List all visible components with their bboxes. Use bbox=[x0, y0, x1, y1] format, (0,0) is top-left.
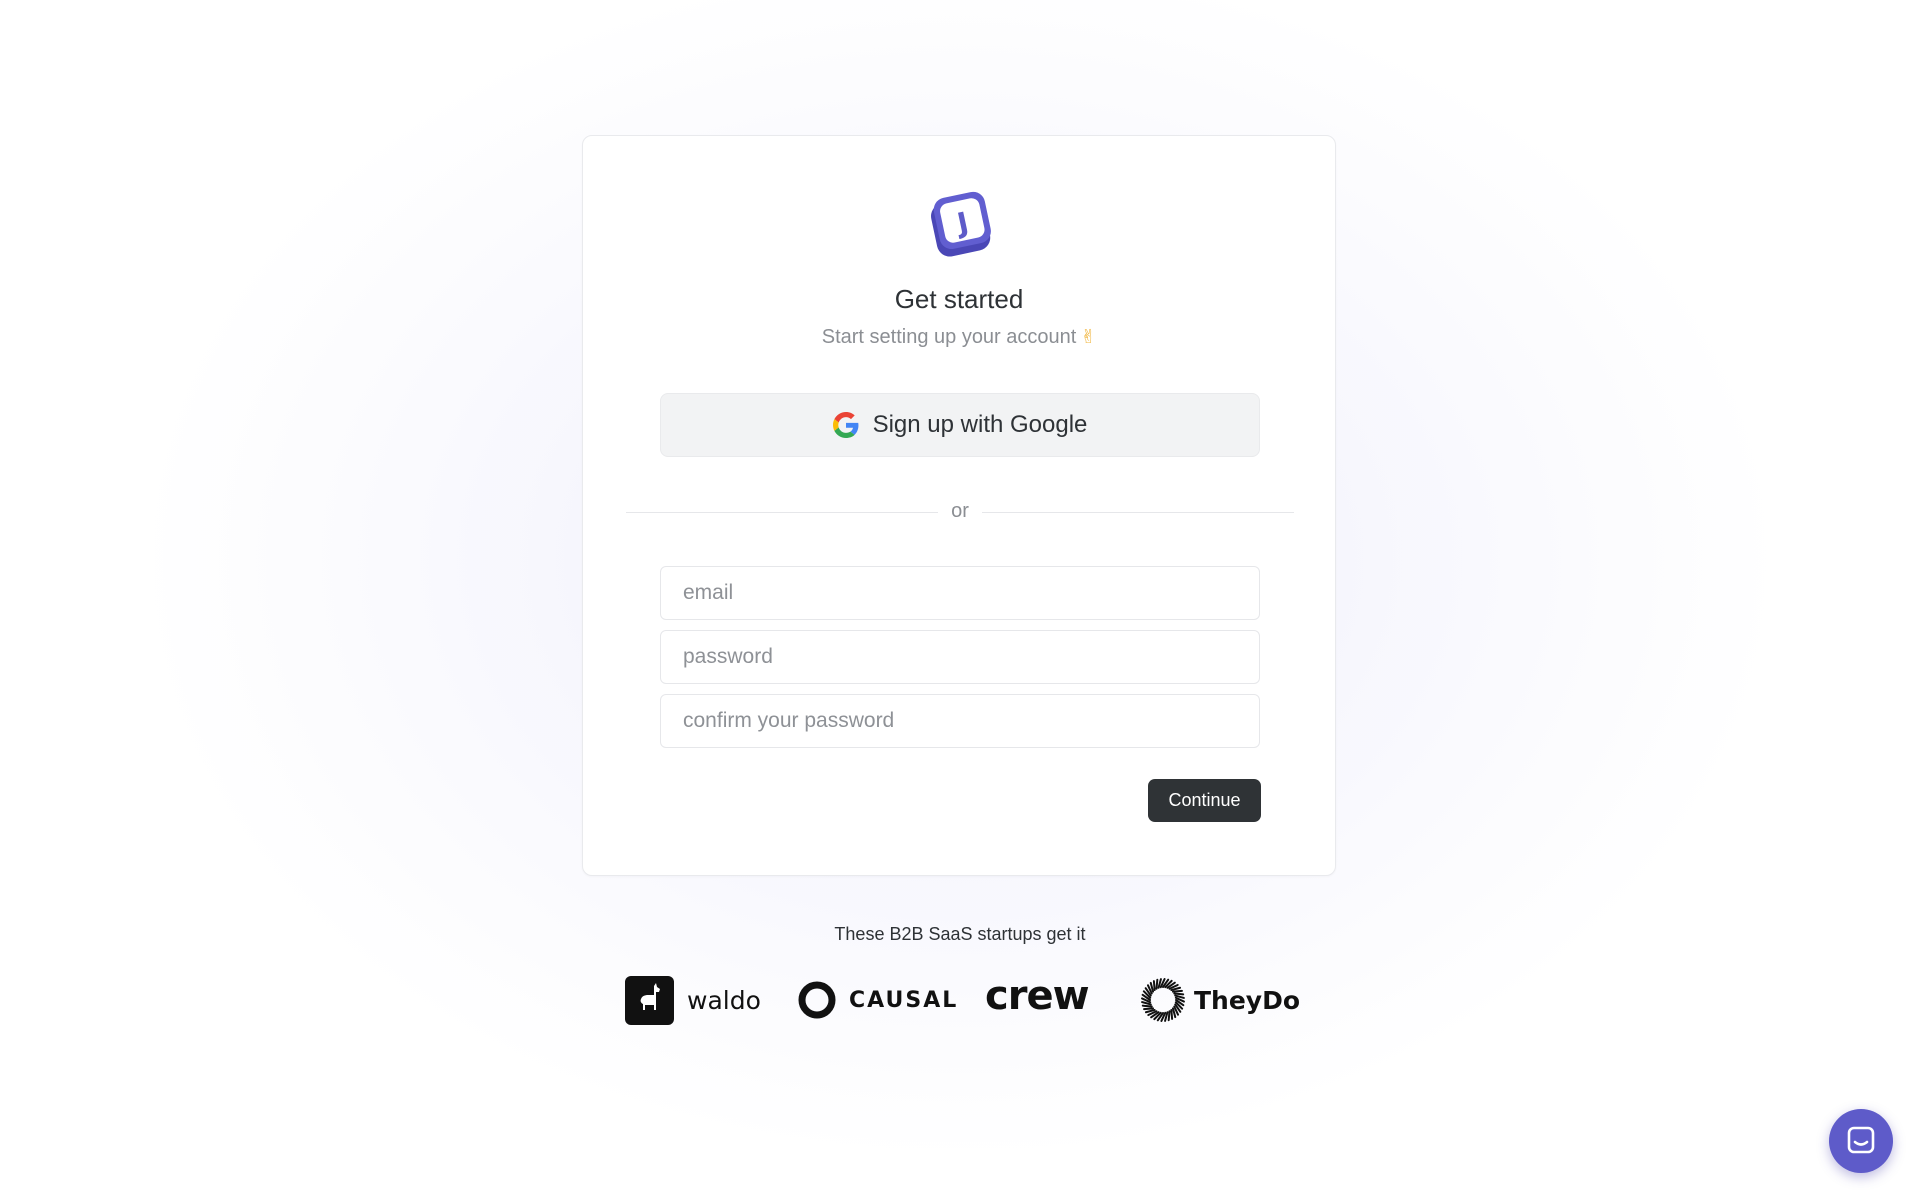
signup-card: J Get started Start setting up your acco… bbox=[582, 135, 1336, 876]
divider-line-right bbox=[982, 512, 1294, 513]
ring-icon bbox=[798, 981, 836, 1019]
causal-logo: CAUSAL bbox=[797, 972, 958, 1028]
waldo-logo: waldo bbox=[625, 972, 761, 1028]
or-divider: or bbox=[626, 496, 1294, 526]
social-proof-tagline: These B2B SaaS startups get it bbox=[834, 924, 1086, 944]
continue-button[interactable]: Continue bbox=[1148, 779, 1261, 822]
theydo-wordmark: TheyDo bbox=[1194, 985, 1301, 1015]
chat-icon bbox=[1847, 1126, 1875, 1154]
app-logo-icon: J bbox=[931, 191, 991, 257]
google-signup-button[interactable]: Sign up with Google bbox=[660, 393, 1260, 457]
customer-logos: waldo CAUSAL crew TheyDo bbox=[0, 972, 1920, 1028]
confirm-password-input[interactable] bbox=[660, 694, 1260, 748]
crew-wordmark: crew bbox=[985, 973, 1090, 1019]
page-subtitle: Start setting up your account ✌ bbox=[583, 323, 1335, 351]
burst-icon bbox=[1141, 978, 1185, 1022]
divider-text: or bbox=[951, 500, 969, 522]
theydo-logo: TheyDo bbox=[1140, 972, 1300, 1028]
email-input[interactable] bbox=[660, 566, 1260, 620]
subtitle-text: Start setting up your account bbox=[821, 326, 1077, 348]
llama-icon bbox=[625, 975, 674, 1025]
chat-widget-button[interactable] bbox=[1829, 1109, 1893, 1173]
crew-logo: crew bbox=[985, 972, 1090, 1028]
waldo-wordmark: waldo bbox=[687, 985, 761, 1015]
page-title: Get started bbox=[894, 284, 1024, 314]
victory-hand-icon: ✌ bbox=[1080, 326, 1097, 348]
password-input[interactable] bbox=[660, 630, 1260, 684]
google-icon bbox=[832, 412, 859, 438]
google-signup-label: Sign up with Google bbox=[872, 411, 1088, 438]
causal-wordmark: CAUSAL bbox=[849, 987, 959, 1013]
